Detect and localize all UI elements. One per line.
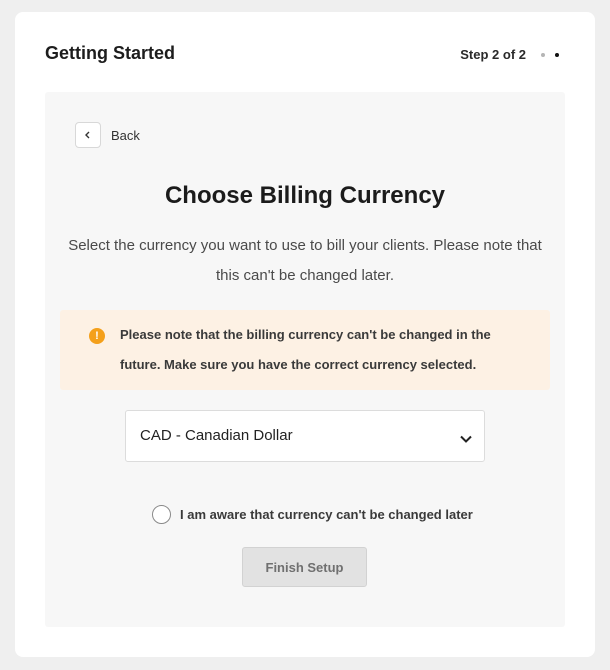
step-dots	[541, 53, 559, 57]
section-title: Choose Billing Currency	[164, 182, 446, 209]
confirm-checkbox[interactable]	[152, 505, 171, 524]
chevron-left-icon[interactable]	[75, 122, 101, 148]
back-label[interactable]: Back	[111, 128, 140, 143]
warning-text: Please note that the billing currency ca…	[120, 327, 491, 372]
currency-select[interactable]: CAD - Canadian Dollar	[125, 410, 485, 462]
setup-panel: Back Choose Billing Currency Select the …	[45, 92, 565, 627]
warning-alert: ! Please note that the billing currency …	[60, 310, 550, 390]
back-button[interactable]: Back	[75, 122, 140, 148]
page-title: Getting Started	[45, 43, 176, 63]
currency-select-value[interactable]: CAD - Canadian Dollar	[140, 427, 293, 444]
chevron-down-icon[interactable]	[460, 430, 472, 448]
step-dot-2	[555, 53, 559, 57]
step-indicator-text: Step 2 of 2	[460, 47, 526, 62]
confirm-row: I am aware that currency can't be change…	[152, 505, 473, 524]
confirm-label[interactable]: I am aware that currency can't be change…	[180, 507, 473, 522]
step-dot-1	[541, 53, 545, 57]
section-description: Select the currency you want to use to b…	[68, 237, 542, 284]
warning-icon: !	[89, 328, 105, 344]
setup-card: Getting Started Step 2 of 2 Back Choose …	[15, 12, 595, 657]
finish-setup-button[interactable]: Finish Setup	[242, 547, 367, 587]
